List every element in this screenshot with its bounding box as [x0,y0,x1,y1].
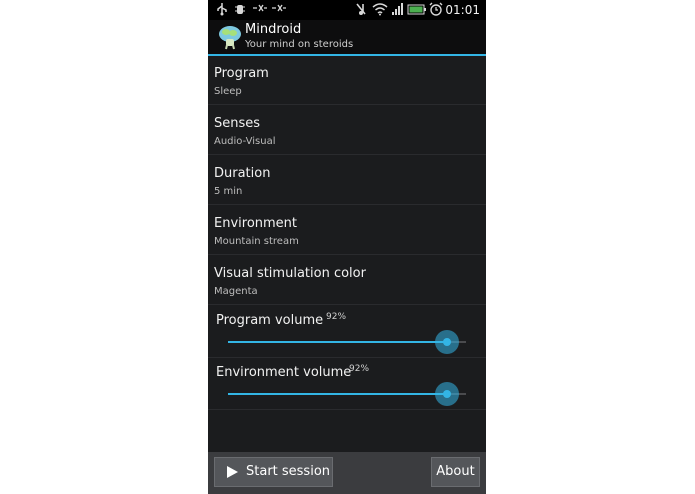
pref-title: Duration [214,166,271,181]
app-logo-icon [217,24,243,50]
notification-icon [271,2,287,19]
pref-duration[interactable]: Duration 5 min [208,156,486,205]
battery-icon [407,2,427,21]
button-bar: Start session About [208,452,486,494]
program-volume-setting: Program volume 92% [208,306,486,358]
program-volume-slider[interactable] [228,330,466,354]
pref-summary: Magenta [214,286,258,297]
pref-title: Senses [214,116,261,131]
about-button[interactable]: About [431,457,480,487]
pref-title: Visual stimulation color [214,266,366,281]
environment-volume-setting: Environment volume 92% [208,358,486,410]
action-bar: Mindroid Your mind on steroids [208,20,486,56]
slider-value-label: 92% [326,312,347,322]
pref-title: Program [214,66,269,81]
pref-summary: Audio-Visual [214,136,276,147]
pref-summary: Sleep [214,86,242,97]
pref-environment[interactable]: Environment Mountain stream [208,206,486,255]
slider-fill [228,341,447,343]
mute-icon [354,2,368,21]
start-session-label: Start session [246,464,331,479]
wifi-icon [372,2,388,21]
slider-fill [228,393,447,395]
pref-program[interactable]: Program Sleep [208,56,486,105]
clock: 01:01 [445,3,480,17]
pref-summary: Mountain stream [214,236,299,247]
app-subtitle: Your mind on steroids [245,39,354,50]
status-bar: 01:01 [208,0,486,20]
app-title: Mindroid [245,22,302,37]
slider-thumb[interactable] [434,382,459,406]
alarm-icon [429,2,443,21]
signal-icon [391,2,405,21]
slider-value-label: 92% [349,364,370,374]
environment-volume-slider[interactable] [228,382,466,406]
pref-title: Environment [214,216,298,231]
slider-title: Environment volume [216,365,352,380]
pref-visual-color[interactable]: Visual stimulation color Magenta [208,256,486,305]
usb-icon [216,2,228,21]
play-icon [227,466,238,478]
slider-thumb[interactable] [434,330,459,354]
pref-senses[interactable]: Senses Audio-Visual [208,106,486,155]
phone-screen: 01:01 Mindroid Your mind on steroids Pro… [208,0,486,494]
slider-title: Program volume [216,313,324,328]
debug-icon [234,2,246,21]
notification-icon [252,2,268,19]
start-session-button[interactable]: Start session [214,457,333,487]
pref-summary: 5 min [214,186,243,197]
